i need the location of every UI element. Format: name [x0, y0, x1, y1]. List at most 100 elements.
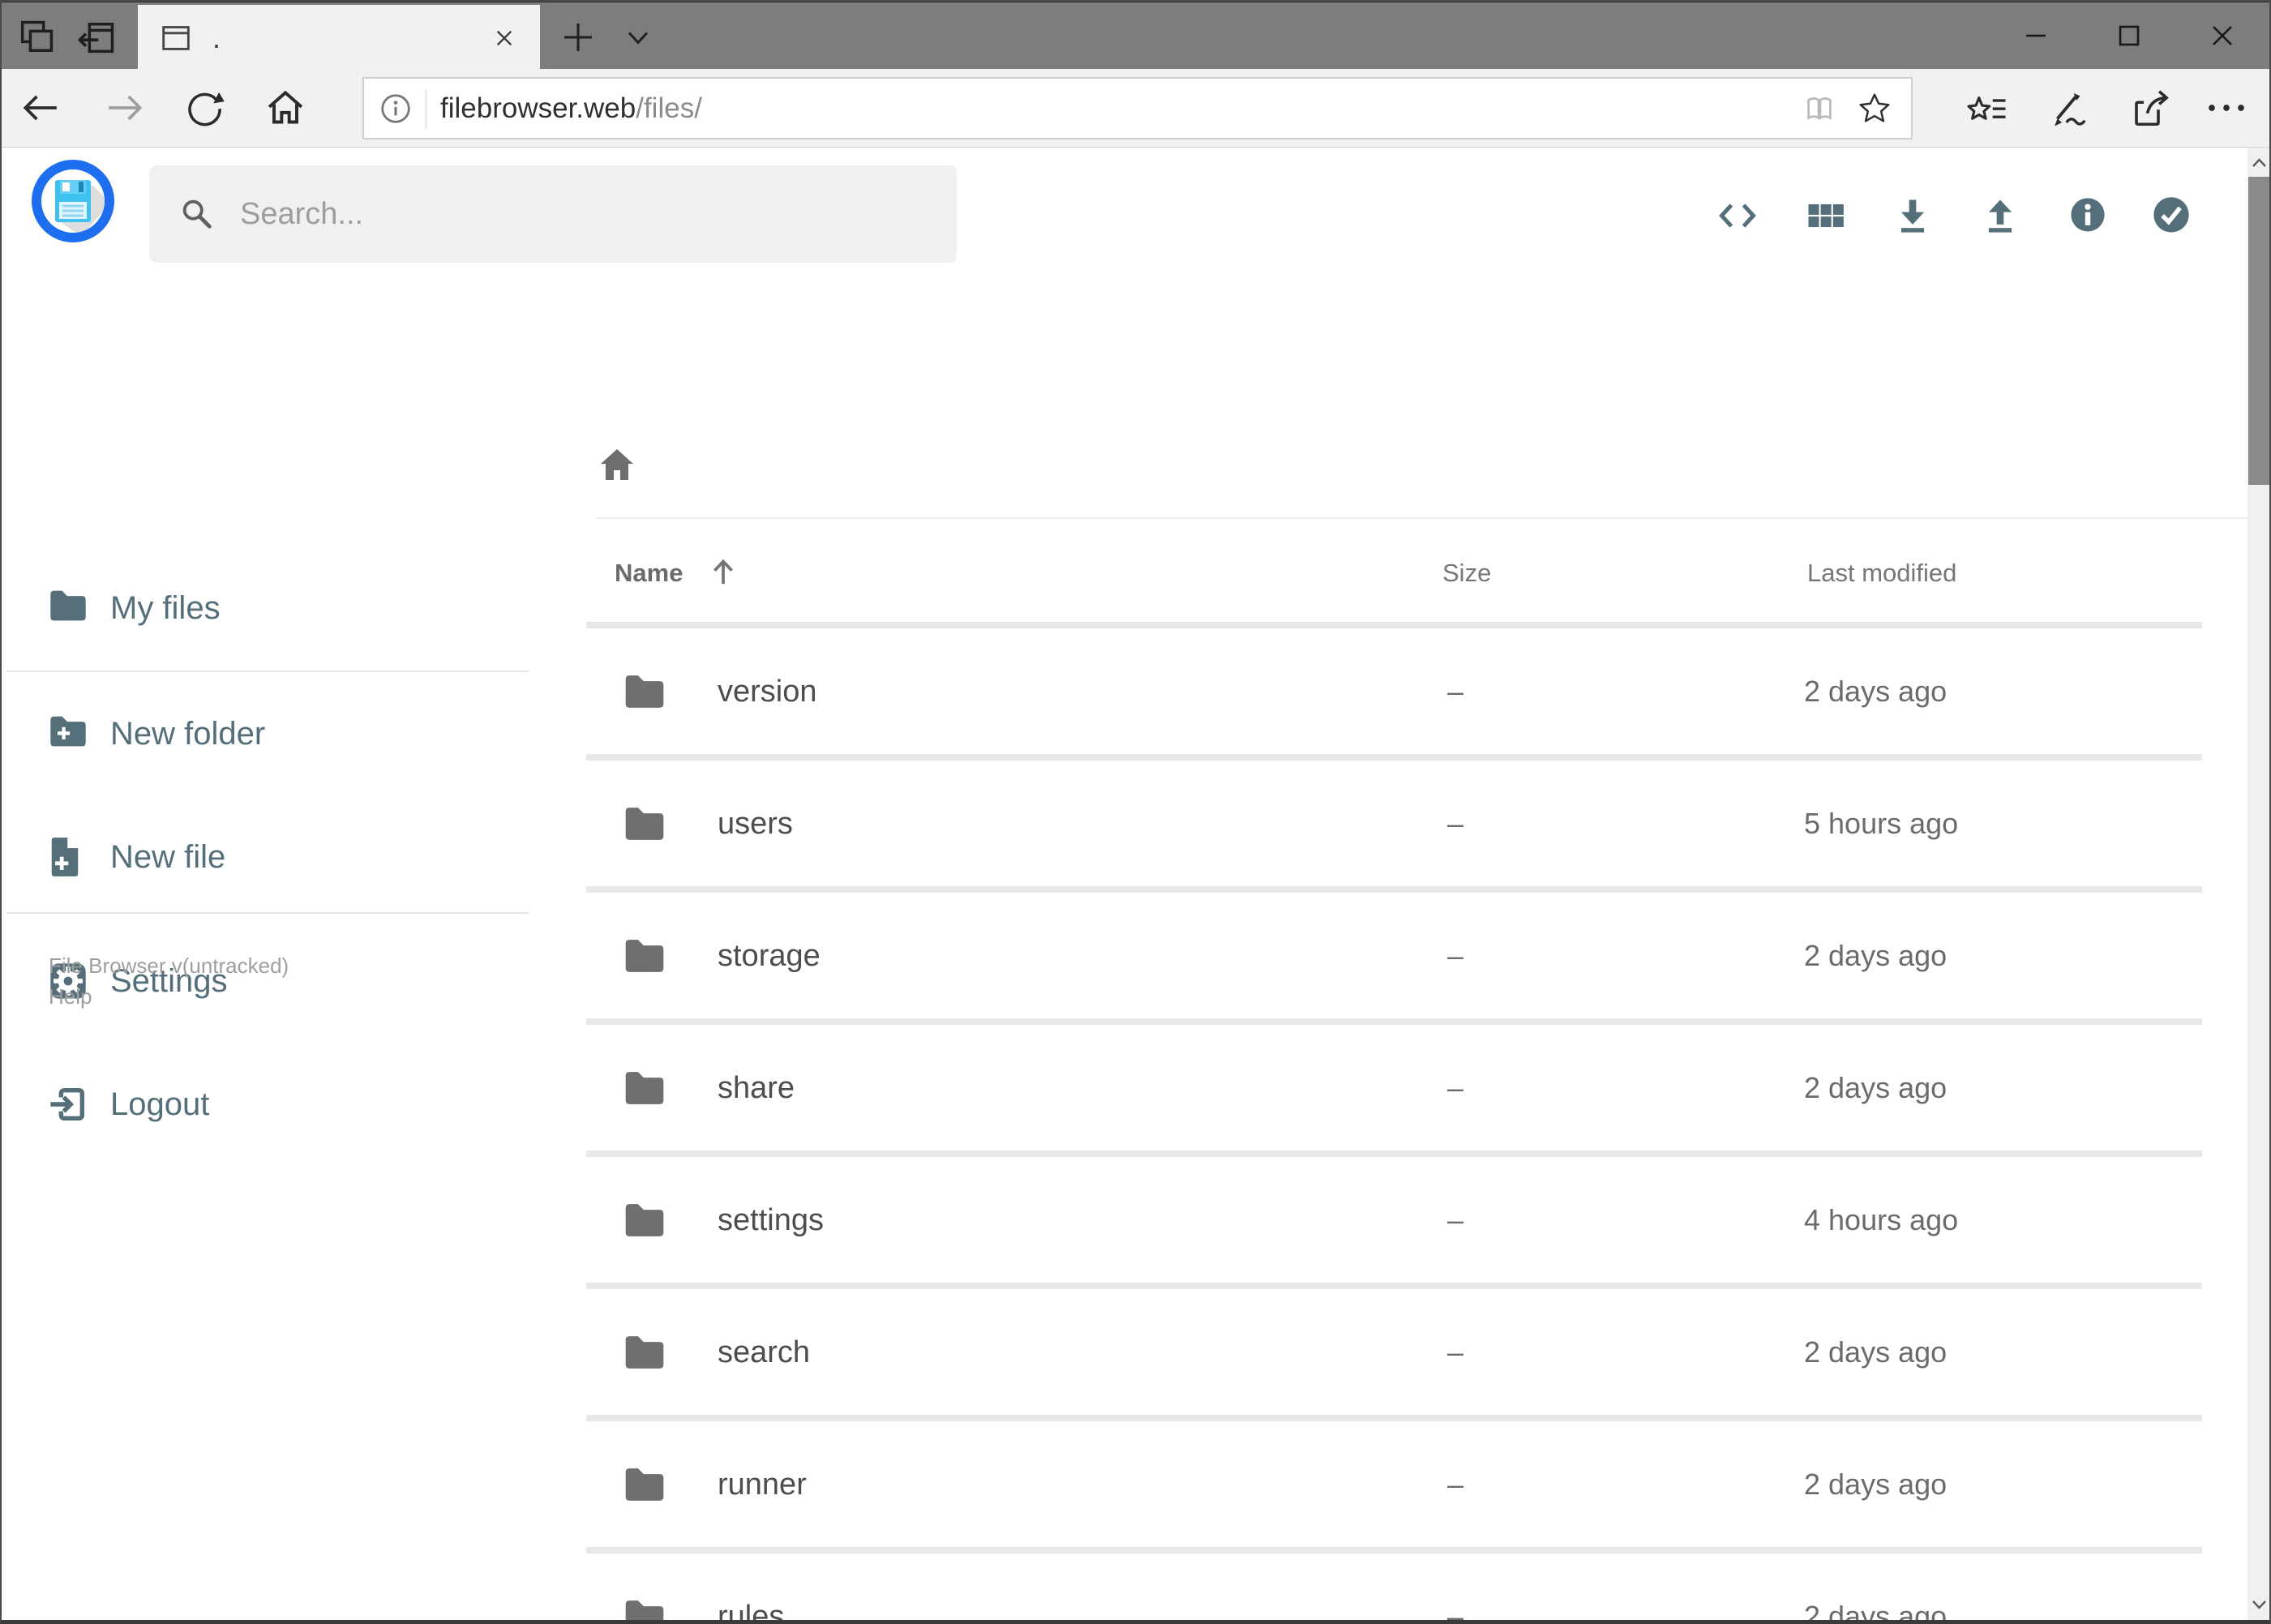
sidebar-item-my-files[interactable]: My files [0, 577, 535, 639]
set-tabs-aside-button[interactable] [73, 14, 120, 61]
page-icon [157, 19, 195, 57]
forward-icon [102, 85, 148, 131]
row-name: search [718, 1335, 811, 1369]
tab-title: . [212, 21, 221, 54]
row-name: storage [718, 938, 821, 973]
vertical-scrollbar[interactable] [2247, 148, 2271, 1624]
info-button[interactable] [2067, 195, 2109, 237]
maximize-icon [2110, 16, 2149, 55]
tab-preview-button[interactable] [13, 14, 60, 61]
navigation-bar: filebrowser.web/files/ [0, 69, 2271, 148]
set-tabs-aside-icon [75, 16, 118, 58]
sidebar: My files New folder New file Settings Lo… [0, 268, 535, 1624]
breadcrumb-home-icon[interactable] [598, 446, 636, 483]
sidebar-item-new-file[interactable]: New file [0, 826, 535, 888]
table-row[interactable]: settings – 4 hours ago [586, 1151, 2202, 1283]
search-placeholder: Search... [240, 196, 364, 231]
sidebar-divider [6, 912, 529, 914]
file-listing: version – 2 days ago users – 5 hours ago stora… [586, 622, 2202, 1624]
back-icon [18, 85, 63, 131]
folder-icon [622, 936, 667, 975]
table-row[interactable]: share – 2 days ago [586, 1018, 2202, 1151]
table-row[interactable]: search – 2 days ago [586, 1283, 2202, 1415]
search-input[interactable]: Search... [149, 165, 957, 263]
home-button[interactable] [256, 79, 315, 137]
favorite-star-icon[interactable] [1856, 90, 1893, 127]
sidebar-item-new-folder[interactable]: New folder [0, 703, 535, 765]
table-row[interactable]: users – 5 hours ago [586, 754, 2202, 886]
minimize-button[interactable] [2001, 2, 2071, 69]
help-link[interactable]: Help [49, 986, 92, 1007]
column-header-modified[interactable]: Last modified [1807, 560, 1956, 585]
forward-button[interactable] [96, 79, 154, 137]
sidebar-divider [6, 671, 529, 672]
site-info-icon[interactable] [379, 92, 413, 126]
info-icon [2067, 195, 2109, 237]
home-icon [263, 85, 308, 131]
row-size: – [1447, 806, 1464, 840]
share-icon [2129, 86, 2173, 130]
column-header-size[interactable]: Size [1442, 560, 1491, 585]
row-size: – [1447, 1202, 1464, 1236]
sort-ascending-icon[interactable] [707, 556, 739, 589]
table-row[interactable]: storage – 2 days ago [586, 886, 2202, 1018]
table-row[interactable]: runner – 2 days ago [586, 1415, 2202, 1547]
chevron-down-icon [620, 19, 656, 55]
tab-dropdown-button[interactable] [615, 14, 662, 61]
folder-icon [622, 804, 667, 843]
file-plus-icon [47, 836, 89, 878]
folder-icon [622, 1201, 667, 1240]
tab-preview-icon [15, 16, 58, 58]
check-circle-icon [2150, 195, 2192, 237]
row-size: – [1447, 938, 1464, 972]
minimize-icon [2016, 16, 2055, 55]
reading-view-icon[interactable] [1801, 90, 1838, 127]
code-view-button[interactable] [1716, 195, 1759, 237]
url-text[interactable]: filebrowser.web/files/ [440, 94, 702, 122]
maximize-button[interactable] [2094, 2, 2164, 69]
row-modified: 4 hours ago [1804, 1202, 1959, 1236]
folder-icon [622, 672, 667, 711]
favorites-hub-button[interactable] [1958, 79, 2016, 137]
app-version-text: File Browser v(untracked) [49, 953, 289, 978]
close-icon [2203, 16, 2242, 55]
select-multiple-button[interactable] [2150, 195, 2192, 237]
row-name: settings [718, 1202, 824, 1237]
folder-icon [622, 1465, 667, 1504]
grid-view-button[interactable] [1803, 195, 1845, 237]
download-button[interactable] [1892, 195, 1934, 237]
scrollbar-thumb[interactable] [2248, 177, 2270, 485]
browser-tab[interactable]: . [138, 5, 540, 71]
table-row[interactable]: rules – 2 days ago [586, 1547, 2202, 1624]
pen-icon [2046, 86, 2090, 130]
sidebar-item-label: New folder [110, 716, 266, 752]
close-tab-icon[interactable] [488, 22, 521, 54]
magnifier-icon [178, 195, 216, 233]
column-header-name[interactable]: Name [615, 560, 683, 585]
scroll-up-icon[interactable] [2247, 152, 2271, 175]
grid-icon [1803, 195, 1845, 237]
url-path: /files/ [636, 92, 702, 124]
code-icon [1716, 195, 1759, 237]
refresh-button[interactable] [175, 79, 234, 137]
address-bar[interactable]: filebrowser.web/files/ [362, 77, 1913, 139]
row-name: share [718, 1070, 795, 1105]
close-window-button[interactable] [2187, 2, 2257, 69]
sidebar-item-label: Logout [110, 1086, 210, 1122]
folder-icon [622, 1069, 667, 1108]
folder-icon [622, 1333, 667, 1372]
upload-icon [1979, 195, 2021, 237]
back-button[interactable] [11, 79, 70, 137]
row-size: – [1447, 1070, 1464, 1104]
web-note-pen-button[interactable] [2039, 79, 2097, 137]
sidebar-item-logout[interactable]: Logout [0, 1073, 535, 1135]
more-options-button[interactable] [2197, 79, 2256, 137]
file-browser-logo[interactable] [31, 159, 115, 243]
row-name: runner [718, 1467, 807, 1502]
upload-button[interactable] [1979, 195, 2021, 237]
new-tab-button[interactable] [555, 14, 602, 61]
scroll-down-icon[interactable] [2247, 1593, 2271, 1616]
plus-icon [559, 18, 598, 57]
share-button[interactable] [2122, 79, 2180, 137]
table-row[interactable]: version – 2 days ago [586, 622, 2202, 754]
